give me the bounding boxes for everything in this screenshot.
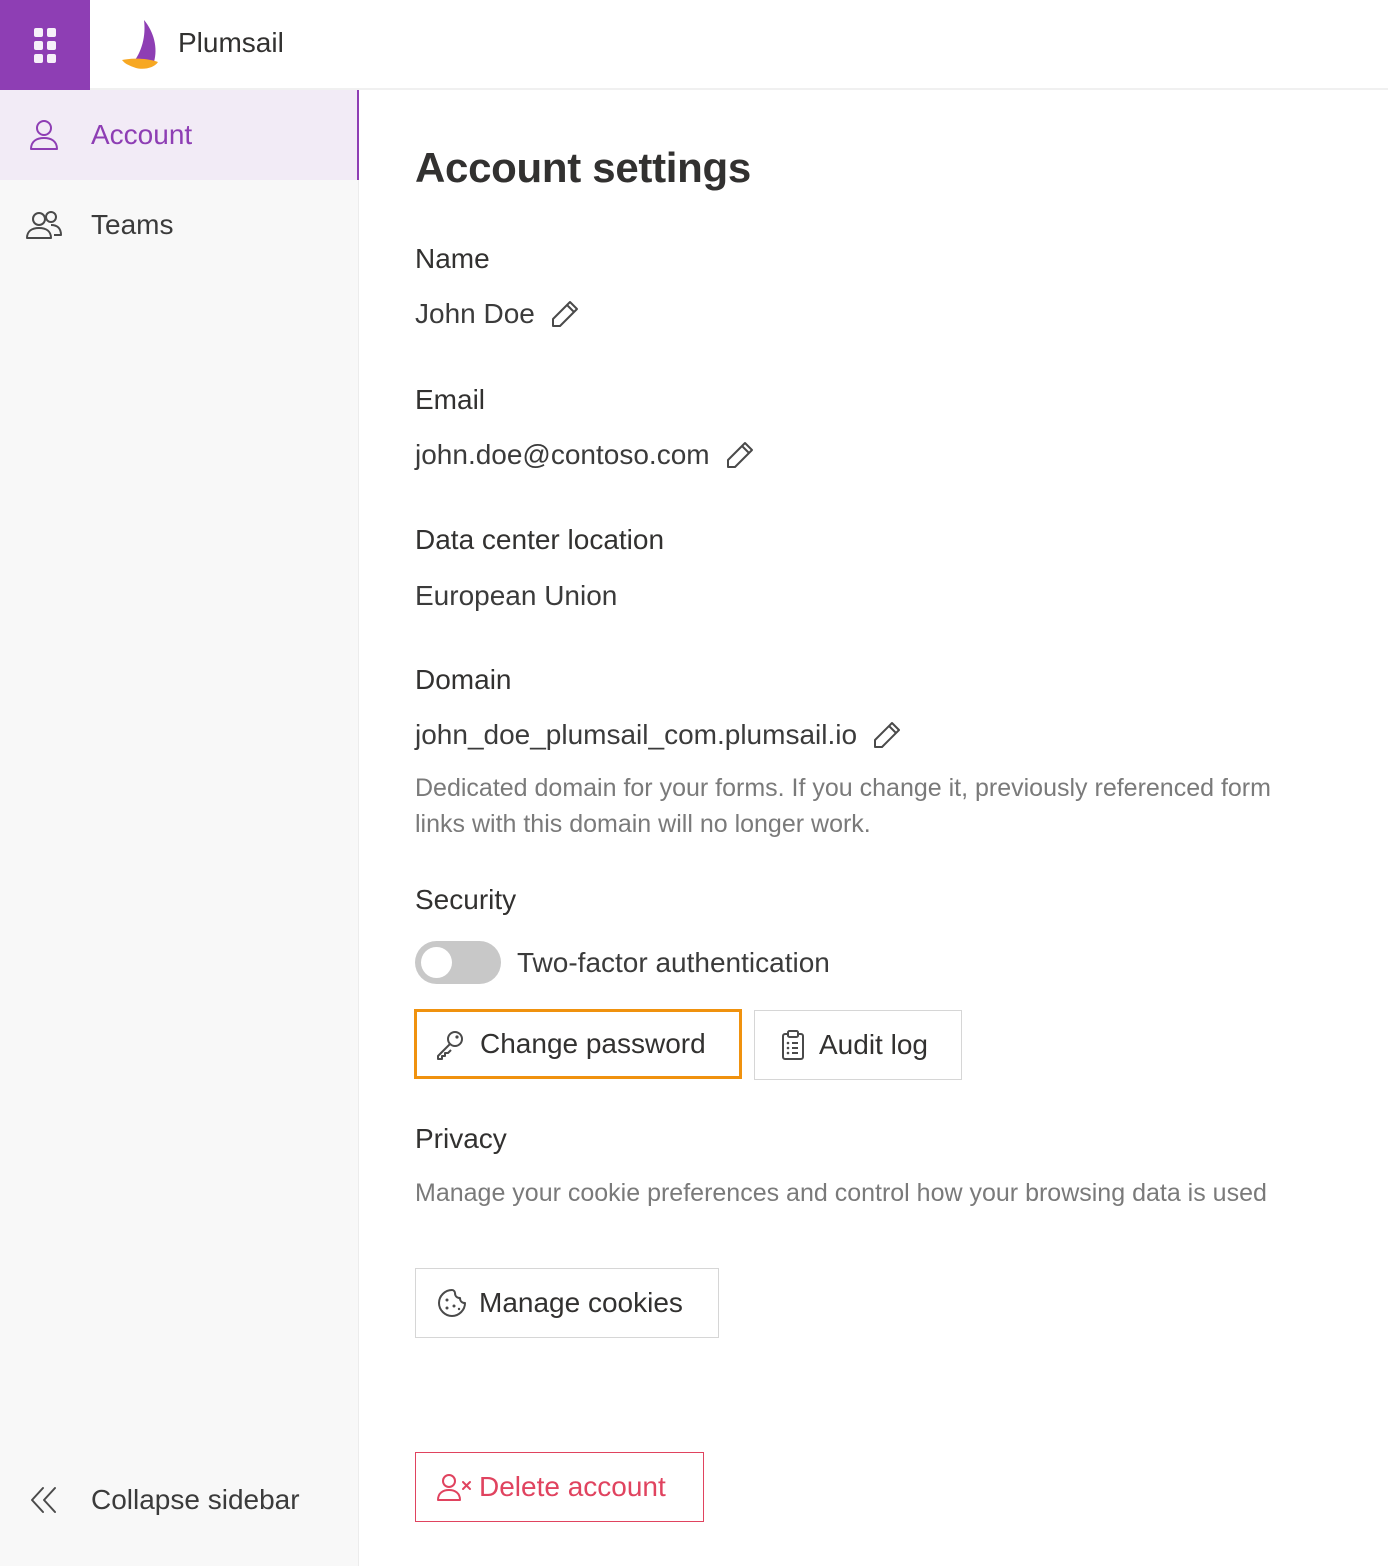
delete-account-button[interactable]: Delete account <box>415 1452 704 1522</box>
domain-label: Domain <box>415 664 512 695</box>
privacy-label: Privacy <box>415 1123 507 1154</box>
delete-account-label: Delete account <box>479 1471 666 1502</box>
email-row: john.doe@contoso.com <box>415 439 756 471</box>
sidebar-item-account[interactable]: Account <box>0 90 359 180</box>
domain-helper-text: Dedicated domain for your forms. If you … <box>415 774 1271 838</box>
double-chevron-left-icon <box>31 1487 56 1513</box>
change-password-button[interactable]: Change password <box>414 1009 742 1079</box>
email-value: john.doe@contoso.com <box>415 439 710 470</box>
name-value: John Doe <box>415 298 535 329</box>
collapse-sidebar-label: Collapse sidebar <box>91 1484 300 1515</box>
sidebar: Account Teams Collapse sidebar <box>0 90 359 1566</box>
domain-value: john_doe_plumsail_com.plumsail.io <box>415 719 858 750</box>
sidebar-item-label: Account <box>91 119 193 150</box>
edit-email-pencil-icon[interactable] <box>724 439 756 471</box>
sidebar-item-label: Teams <box>91 209 174 240</box>
name-label: Name <box>415 243 490 274</box>
domain-row: john_doe_plumsail_com.plumsail.io <box>415 719 903 751</box>
data-center-label: Data center location <box>415 524 665 555</box>
toggle-knob <box>421 947 452 978</box>
key-icon <box>437 1031 463 1060</box>
edit-name-pencil-icon[interactable] <box>549 298 581 330</box>
people-icon <box>26 211 62 239</box>
edit-domain-pencil-icon[interactable] <box>871 719 903 751</box>
audit-log-button[interactable]: Audit log <box>754 1010 962 1080</box>
data-center-value: European Union <box>415 580 618 611</box>
page-title: Account settings <box>415 144 751 191</box>
name-row: John Doe <box>415 298 581 330</box>
main-content: Account settings Name John Doe Email joh… <box>414 0 1355 1566</box>
app-launcher-button[interactable] <box>0 0 90 90</box>
email-label: Email <box>415 384 486 415</box>
audit-log-label: Audit log <box>819 1029 928 1060</box>
manage-cookies-button[interactable]: Manage cookies <box>415 1268 719 1338</box>
privacy-helper-text: Manage your cookie preferences and contr… <box>415 1179 1267 1207</box>
two-factor-row: Two-factor authentication <box>415 941 830 984</box>
change-password-label: Change password <box>480 1028 706 1059</box>
data-center-row: European Union <box>415 580 617 612</box>
two-factor-label: Two-factor authentication <box>517 946 830 978</box>
user-remove-icon <box>437 1474 471 1501</box>
brand-name: Plumsail <box>178 27 284 58</box>
two-factor-toggle[interactable] <box>415 941 501 984</box>
security-label: Security <box>415 884 517 915</box>
grid-icon <box>34 27 56 63</box>
cookie-icon <box>438 1289 466 1317</box>
manage-cookies-label: Manage cookies <box>479 1287 683 1318</box>
collapse-sidebar-button[interactable]: Collapse sidebar <box>0 1455 359 1545</box>
user-icon <box>30 120 58 150</box>
clipboard-list-icon <box>782 1030 804 1060</box>
sidebar-item-teams[interactable]: Teams <box>0 180 359 270</box>
plumsail-logo <box>122 20 158 69</box>
